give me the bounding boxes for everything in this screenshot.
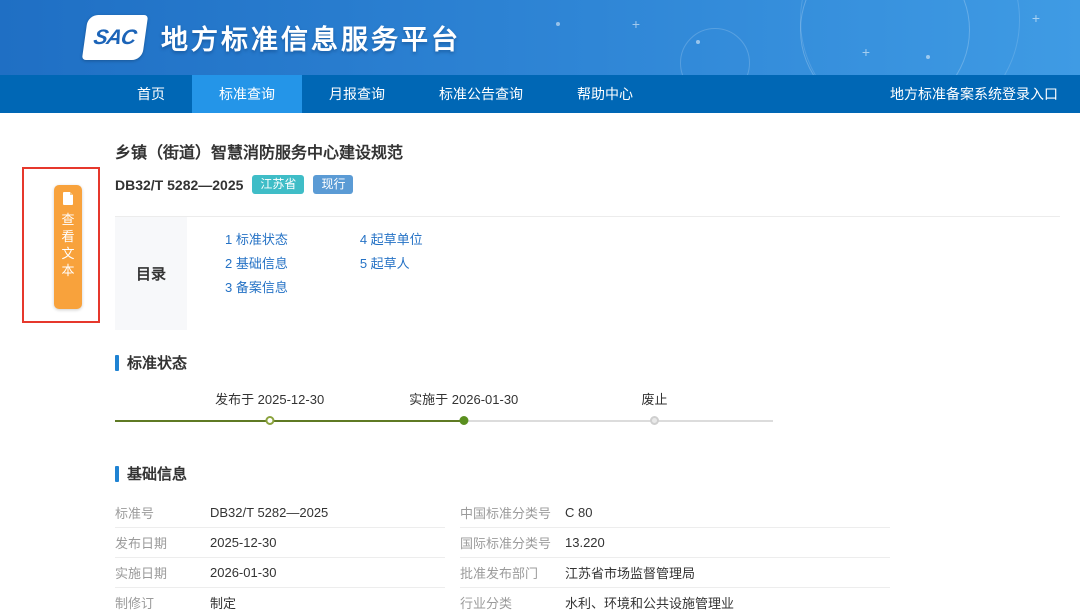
info-row: 标准号 DB32/T 5282—2025	[115, 498, 445, 529]
info-column-right: 中国标准分类号 C 80 国际标准分类号 13.220 批准发布部门 江苏省市场监督管理局…	[460, 498, 890, 614]
toc-links: 1 标准状态 2 基础信息 3 备案信息 4 起草单位 5 起草人	[187, 217, 423, 325]
info-label: 中国标准分类号	[460, 506, 552, 522]
page: + + + SAC 地方标准信息服务平台 首页 标准查询 月报查询 标准公告查询 帮助中…	[0, 0, 1080, 614]
section-header-status: 标准状态	[115, 352, 1060, 373]
info-value: 江苏省市场监督管理局	[565, 566, 696, 582]
info-value: 制定	[210, 596, 237, 612]
view-text-label: 查看文本	[61, 212, 75, 278]
info-row: 制修订 制定	[115, 588, 445, 614]
info-row: 批准发布部门 江苏省市场监督管理局	[460, 558, 890, 589]
toc-section: 目录 1 标准状态 2 基础信息 3 备案信息 4 起草单位 5 起草人	[115, 216, 1060, 331]
timeline-label: 发布于 2025-12-30	[215, 392, 325, 408]
info-column-left: 标准号 DB32/T 5282—2025 发布日期 2025-12-30 实施日期 202…	[115, 498, 445, 614]
toc-link[interactable]: 3 备案信息	[225, 279, 288, 303]
header-plus-decoration: +	[1031, 10, 1040, 26]
standard-title: 乡镇（街道）智慧消防服务中心建设规范	[115, 145, 404, 162]
status-section: 标准状态 发布于 2025-12-30 实施于 2026-01-30 废止	[115, 352, 1060, 441]
basic-info-grid: 标准号 DB32/T 5282—2025 发布日期 2025-12-30 实施日期 202…	[115, 498, 1060, 614]
header-dot-decoration	[926, 55, 930, 59]
section-marker-icon	[115, 354, 119, 371]
timeline-dot	[459, 416, 469, 426]
main-nav: 首页 标准查询 月报查询 标准公告查询 帮助中心 地方标准备案系统登录入口	[0, 75, 1080, 113]
info-label: 制修订	[115, 596, 155, 612]
basic-info-section-title: 基础信息	[127, 466, 188, 484]
timeline-point: 废止	[641, 389, 668, 426]
section-header-basic-info: 基础信息	[115, 463, 1060, 484]
status-badge: 江苏省	[252, 175, 305, 195]
timeline-label: 废止	[641, 392, 668, 408]
info-label: 发布日期	[115, 536, 168, 552]
standard-number-row: DB32/T 5282—2025 江苏省 现行	[115, 175, 1060, 195]
info-label: 国际标准分类号	[460, 536, 552, 552]
info-label: 标准号	[115, 506, 155, 522]
toc-link[interactable]: 2 基础信息	[225, 255, 288, 279]
timeline-point: 发布于 2025-12-30	[215, 389, 325, 426]
header-plus-decoration: +	[861, 44, 870, 60]
info-row: 发布日期 2025-12-30	[115, 528, 445, 559]
nav-item[interactable]: 帮助中心	[550, 75, 660, 113]
status-timeline: 发布于 2025-12-30 实施于 2026-01-30 废止	[115, 389, 773, 441]
section-marker-icon	[115, 465, 119, 482]
info-row: 实施日期 2026-01-30	[115, 558, 445, 589]
info-row: 国际标准分类号 13.220	[460, 528, 890, 559]
timeline-dot	[265, 416, 275, 426]
basic-info-section: 基础信息 标准号 DB32/T 5282—2025 发布日期 2025-12-30 实施…	[115, 463, 1060, 614]
standard-number: DB32/T 5282—2025	[115, 176, 244, 193]
info-label: 批准发布部门	[460, 566, 539, 582]
login-entry-link[interactable]: 地方标准备案系统登录入口	[890, 75, 1058, 113]
status-section-title: 标准状态	[127, 355, 188, 373]
nav-item[interactable]: 标准公告查询	[412, 75, 550, 113]
info-label: 实施日期	[115, 566, 168, 582]
toc-link[interactable]: 1 标准状态	[225, 231, 288, 255]
nav-item[interactable]: 月报查询	[302, 75, 412, 113]
info-value: 2026-01-30	[210, 565, 277, 581]
view-text-button[interactable]: 查看文本	[54, 185, 82, 309]
status-badge: 现行	[313, 175, 354, 195]
nav-item[interactable]: 首页	[110, 75, 192, 113]
standard-badges: 江苏省 现行	[243, 175, 354, 195]
timeline-dot	[650, 416, 660, 426]
info-row: 行业分类 水利、环境和公共设施管理业	[460, 588, 890, 614]
info-value: DB32/T 5282—2025	[210, 505, 329, 521]
site-header: + + + SAC 地方标准信息服务平台	[0, 0, 1080, 75]
info-value: 13.220	[565, 535, 605, 551]
header-globe-decoration	[800, 0, 1020, 75]
sac-logo-text: SAC	[92, 25, 139, 49]
header-dot-decoration	[696, 40, 700, 44]
header-plus-decoration: +	[631, 16, 640, 32]
info-row: 中国标准分类号 C 80	[460, 498, 890, 529]
info-label: 行业分类	[460, 596, 513, 612]
info-value: 水利、环境和公共设施管理业	[565, 596, 735, 612]
main-content: 乡镇（街道）智慧消防服务中心建设规范 DB32/T 5282—2025 江苏省现…	[0, 113, 1080, 614]
header-circle-decoration	[680, 28, 750, 75]
toc-link[interactable]: 5 起草人	[360, 255, 423, 279]
toc-title: 目录	[115, 217, 187, 331]
nav-items: 首页 标准查询 月报查询 标准公告查询 帮助中心	[110, 75, 660, 113]
timeline-point: 实施于 2026-01-30	[409, 389, 519, 426]
info-value: 2025-12-30	[210, 535, 277, 551]
document-icon	[62, 192, 74, 208]
info-value: C 80	[565, 505, 593, 521]
annotation-highlight-box: 查看文本	[22, 167, 100, 323]
timeline-label: 实施于 2026-01-30	[409, 392, 519, 408]
nav-item[interactable]: 标准查询	[192, 75, 302, 113]
toc-link[interactable]: 4 起草单位	[360, 231, 423, 255]
sac-logo: SAC	[81, 15, 149, 60]
header-dot-decoration	[556, 22, 560, 26]
site-title: 地方标准信息服务平台	[161, 25, 461, 55]
